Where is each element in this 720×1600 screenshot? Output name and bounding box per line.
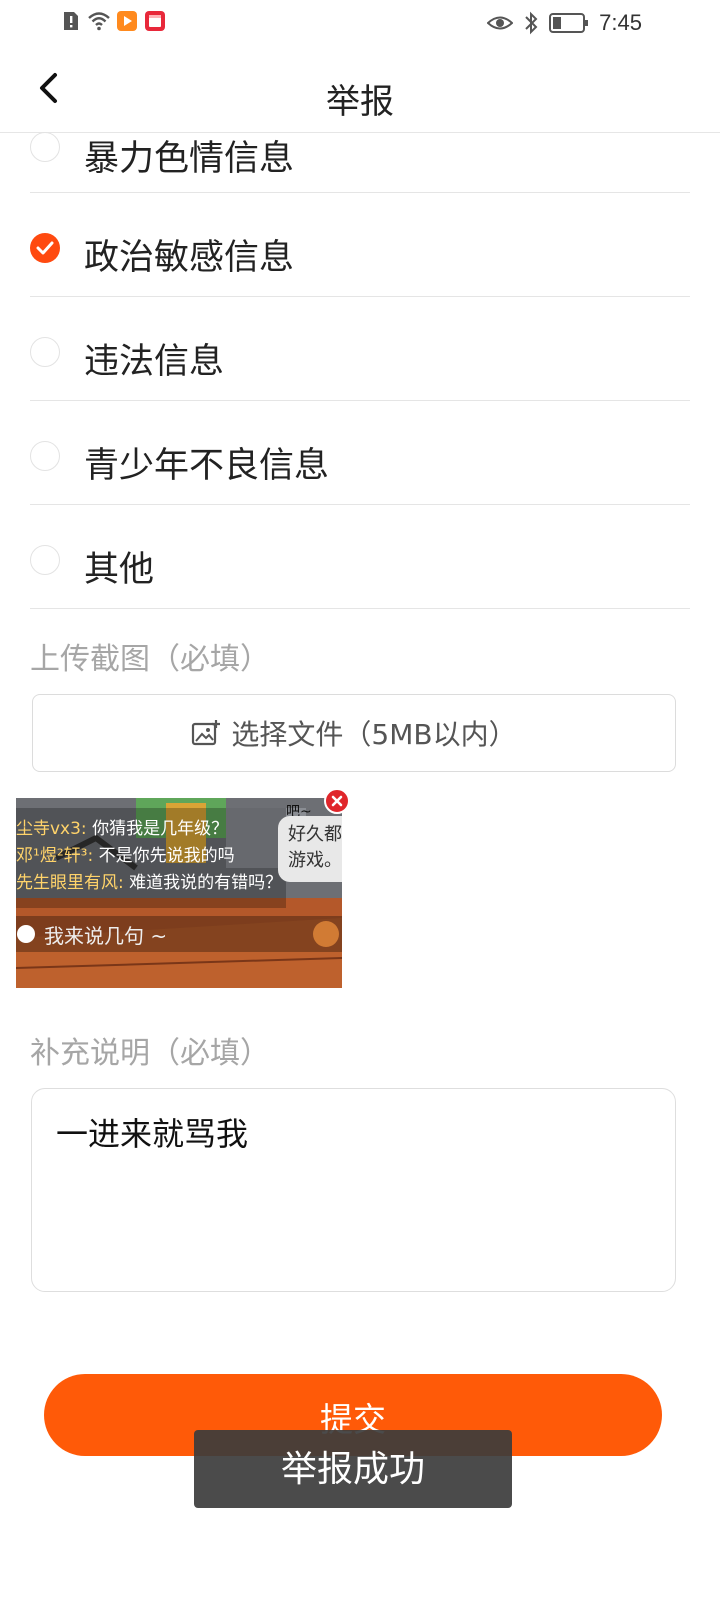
video-app-icon xyxy=(117,11,137,31)
option-label: 青少年不良信息 xyxy=(84,446,330,486)
option-illegal[interactable]: 违法信息 xyxy=(30,297,690,401)
status-bar: 7:45 xyxy=(0,0,720,48)
choose-file-button[interactable]: 选择文件（5MB以内） xyxy=(32,694,676,772)
upload-section-label: 上传截图（必填） xyxy=(30,642,270,677)
radio-button[interactable] xyxy=(30,337,60,367)
remove-image-button[interactable] xyxy=(324,788,350,814)
calendar-app-icon xyxy=(145,11,165,31)
chat-line: 先生眼里有风: 难道我说的有错吗？ xyxy=(16,870,296,897)
bubble-line: 游戏。 xyxy=(288,850,342,871)
report-options: 暴力色情信息 政治敏感信息 违法信息 青少年不良信息 其他 xyxy=(30,132,690,609)
description-textarea[interactable]: 一进来就骂我 xyxy=(31,1088,676,1292)
image-upload-icon xyxy=(192,720,221,746)
speech-bubble: 好久都 游戏。 xyxy=(278,816,342,882)
success-toast: 举报成功 xyxy=(194,1430,512,1508)
eye-icon xyxy=(487,16,514,30)
chat-text: 难道我说的有错吗？ xyxy=(129,873,283,893)
description-section-label: 补充说明（必填） xyxy=(30,1036,270,1071)
close-icon xyxy=(331,795,343,807)
alert-icon xyxy=(64,12,78,30)
choose-file-label: 选择文件（5MB以内） xyxy=(231,718,517,751)
description-text: 一进来就骂我 xyxy=(56,1115,249,1153)
chat-input-placeholder: 我来说几句 ~ xyxy=(44,924,168,948)
chat-messages: 尘寺vx3: 你猜我是几年级？ 邓¹煜²轩³: 不是你先说我的吗 先生眼里有风:… xyxy=(16,816,296,897)
status-time: 7:45 xyxy=(599,10,642,35)
chat-user: 尘寺vx3: xyxy=(16,819,87,839)
chat-text: 不是你先说我的吗 xyxy=(98,846,235,866)
radio-button[interactable] xyxy=(30,441,60,471)
option-label: 政治敏感信息 xyxy=(84,238,295,278)
bubble-line: 好久都 xyxy=(288,824,342,845)
option-youth[interactable]: 青少年不良信息 xyxy=(30,401,690,505)
radio-button-checked[interactable] xyxy=(30,233,60,263)
chat-user: 先生眼里有风: xyxy=(16,873,124,893)
chat-line: 邓¹煜²轩³: 不是你先说我的吗 xyxy=(16,843,296,870)
option-label: 违法信息 xyxy=(84,342,225,382)
option-political[interactable]: 政治敏感信息 xyxy=(30,193,690,297)
option-label: 暴力色情信息 xyxy=(84,139,295,179)
wifi-icon xyxy=(88,12,110,31)
option-label: 其他 xyxy=(84,550,155,590)
option-other[interactable]: 其他 xyxy=(30,505,690,609)
chat-text: 你猜我是几年级？ xyxy=(92,819,229,839)
radio-button[interactable] xyxy=(30,132,60,162)
chat-line: 尘寺vx3: 你猜我是几年级？ xyxy=(16,816,296,843)
battery-icon xyxy=(549,13,589,33)
check-icon xyxy=(36,241,54,255)
bluetooth-icon xyxy=(525,11,538,35)
option-violence[interactable]: 暴力色情信息 xyxy=(30,132,690,193)
radio-button[interactable] xyxy=(30,545,60,575)
chat-user: 邓¹煜²轩³: xyxy=(16,846,94,866)
header: 举报 xyxy=(0,56,720,133)
page-title: 举报 xyxy=(326,82,394,122)
